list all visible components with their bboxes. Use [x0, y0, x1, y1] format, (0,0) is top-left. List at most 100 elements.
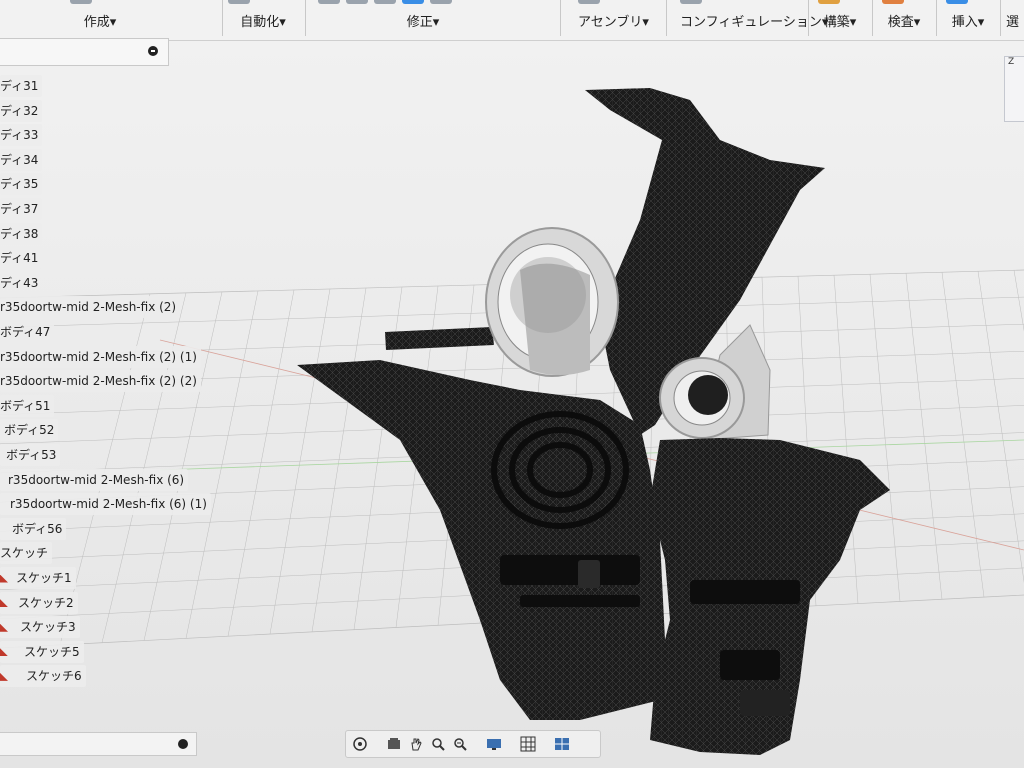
browser-tree-item-label: ディ37	[0, 202, 39, 216]
browser-tree-item[interactable]: スケッチ1	[0, 567, 76, 589]
browser-tree-item[interactable]: スケッチ3	[0, 616, 80, 639]
browser-tree-item-label: スケッチ6	[26, 669, 82, 684]
browser-tree-item[interactable]: ディ43	[0, 271, 43, 294]
browser-tree-item-label: スケッチ1	[16, 571, 72, 585]
ribbon-assemble[interactable]: アセンブリ▾	[578, 0, 649, 40]
ribbon-insert-arrow[interactable]: ▾	[978, 15, 985, 30]
zoom-icon[interactable]	[430, 736, 446, 752]
browser-tree-item-label: ディ43	[0, 275, 39, 290]
browser-tree-item-label: ボディ53	[6, 448, 57, 462]
comments-toggle-icon[interactable]	[178, 739, 188, 749]
browser-tree-item[interactable]: r35doortw-mid 2-Mesh-fix (2)	[0, 296, 181, 319]
browser-tree-item[interactable]: スケッチ5	[0, 640, 84, 663]
toolbar-ribbon: 作成▾ 自動化▾ 修正▾ アセンブリ▾ コンフィギュレーション▾ 構築▾ 検査▾…	[0, 0, 1024, 41]
browser-tree-item-label: r35doortw-mid 2-Mesh-fix (6)	[8, 472, 185, 487]
ribbon-modify-arrow[interactable]: ▾	[433, 15, 440, 30]
browser-tree-item-label: スケッチ2	[18, 595, 74, 610]
sketch-icon	[0, 648, 8, 657]
ribbon-assemble-label: アセンブリ	[578, 15, 643, 30]
browser-tree-item[interactable]: r35doortw-mid 2-Mesh-fix (2) (2)	[0, 370, 201, 393]
browser-tree-item[interactable]: ディ33	[0, 124, 43, 147]
browser-tree-item-label: ボディ52	[4, 423, 55, 438]
ribbon-modify-label: 修正	[406, 15, 433, 30]
ribbon-select[interactable]: 選	[1006, 0, 1024, 40]
browser-tree-item-label: スケッチ5	[24, 644, 80, 659]
browser-tree-item-label: ディ32	[0, 103, 39, 118]
browser-tree-item[interactable]: ディ32	[0, 99, 43, 122]
browser-tree-item-label: ディ35	[0, 177, 39, 192]
browser-tree-item-label: r35doortw-mid 2-Mesh-fix (6) (1)	[10, 497, 207, 512]
ribbon-create[interactable]: 作成▾	[70, 0, 130, 40]
browser-tree-item[interactable]: ディ31	[0, 75, 43, 97]
ribbon-create-label: 作成	[83, 15, 110, 30]
viewcube-label: Z	[1008, 57, 1015, 67]
browser-tree-item-label: スケッチ	[0, 546, 49, 561]
browser-tree-item[interactable]: スケッチ	[0, 542, 53, 565]
browser-tree-item[interactable]: ボディ47	[0, 321, 55, 343]
ribbon-inspect[interactable]: 検査▾	[882, 0, 926, 40]
viewcube[interactable]: Z	[1004, 56, 1024, 122]
browser-tree-item[interactable]: ディ35	[0, 173, 43, 196]
viewports-icon[interactable]	[554, 736, 570, 752]
browser-tree-item[interactable]: ディ41	[0, 247, 43, 270]
fit-zoom-icon[interactable]	[452, 736, 468, 752]
browser-tree-item-label: ディ31	[0, 79, 39, 93]
ribbon-insert-label: 挿入	[951, 15, 978, 30]
browser-tree-item[interactable]: ボディ53	[0, 444, 61, 466]
ribbon-automate-arrow[interactable]: ▾	[279, 15, 286, 30]
browser-tree-item[interactable]: ディ38	[0, 222, 43, 245]
browser-tree-item[interactable]: ボディ56	[0, 517, 67, 540]
comments-bar[interactable]	[0, 732, 197, 756]
browser-tree-item-label: スケッチ3	[20, 620, 76, 635]
browser-tree-item-label: ディ38	[0, 226, 39, 241]
display-settings-icon[interactable]	[486, 736, 502, 752]
browser-tree-item[interactable]: r35doortw-mid 2-Mesh-fix (2) (1)	[0, 345, 201, 368]
ribbon-automate[interactable]: 自動化▾	[228, 0, 298, 40]
ribbon-insert[interactable]: 挿入▾	[946, 0, 990, 40]
browser-tree-item-label: r35doortw-mid 2-Mesh-fix (2) (1)	[0, 349, 197, 364]
ribbon-create-arrow[interactable]: ▾	[110, 15, 117, 30]
ribbon-modify[interactable]: 修正▾	[318, 0, 528, 40]
ribbon-inspect-label: 検査	[887, 15, 914, 30]
panel-switch-recesses	[500, 555, 640, 607]
browser-tree-item[interactable]: ディ34	[0, 148, 43, 171]
pan-hand-icon[interactable]	[408, 736, 424, 752]
sketch-icon	[0, 599, 8, 608]
browser-tree-item-label: r35doortw-mid 2-Mesh-fix (2) (2)	[0, 374, 197, 389]
browser-tree-item[interactable]: r35doortw-mid 2-Mesh-fix (6) (1)	[0, 493, 211, 516]
browser-tree-item-label: ディ33	[0, 128, 39, 143]
browser-tree-item-label: ボディ51	[0, 398, 51, 413]
browser-tree-item-label: ボディ47	[0, 325, 51, 339]
ribbon-select-label: 選	[1006, 15, 1020, 30]
look-at-icon[interactable]	[386, 736, 402, 752]
pipe-large	[485, 227, 619, 377]
navigation-bar	[345, 730, 601, 758]
ribbon-assemble-arrow[interactable]: ▾	[642, 15, 649, 30]
sketch-icon	[0, 623, 8, 632]
browser-tree-item-label: r35doortw-mid 2-Mesh-fix (2)	[0, 300, 177, 315]
sketch-icon	[0, 672, 8, 681]
ribbon-configure[interactable]: コンフィギュレーション▾	[680, 0, 828, 40]
browser-tree-item[interactable]: スケッチ2	[0, 591, 78, 614]
viewport-canvas[interactable]	[0, 40, 1024, 768]
3d-viewport[interactable]	[0, 40, 1024, 768]
ribbon-automate-label: 自動化	[240, 15, 280, 30]
sketch-icon	[0, 574, 8, 583]
browser-tree-item-label: ディ34	[0, 152, 39, 167]
ribbon-configure-label: コンフィギュレーション	[680, 15, 822, 30]
ribbon-construct[interactable]: 構築▾	[818, 0, 862, 40]
browser-tree-item[interactable]: スケッチ6	[0, 665, 86, 688]
browser-tree-item[interactable]: r35doortw-mid 2-Mesh-fix (6)	[0, 468, 189, 491]
collapse-browser-icon[interactable]	[148, 46, 158, 56]
browser-tree-item-label: ボディ56	[12, 521, 63, 536]
ribbon-construct-label: 構築	[823, 15, 850, 30]
browser-tree-item-label: ディ41	[0, 251, 39, 266]
browser-tree-item[interactable]: ボディ51	[0, 394, 55, 417]
browser-panel-header[interactable]	[0, 38, 169, 66]
orbit-icon[interactable]	[352, 736, 368, 752]
grid-snap-icon[interactable]	[520, 736, 536, 752]
browser-tree-item[interactable]: ボディ52	[0, 419, 59, 442]
browser-tree-item[interactable]: ディ37	[0, 198, 43, 220]
ribbon-construct-arrow[interactable]: ▾	[850, 15, 857, 30]
ribbon-inspect-arrow[interactable]: ▾	[914, 15, 921, 30]
